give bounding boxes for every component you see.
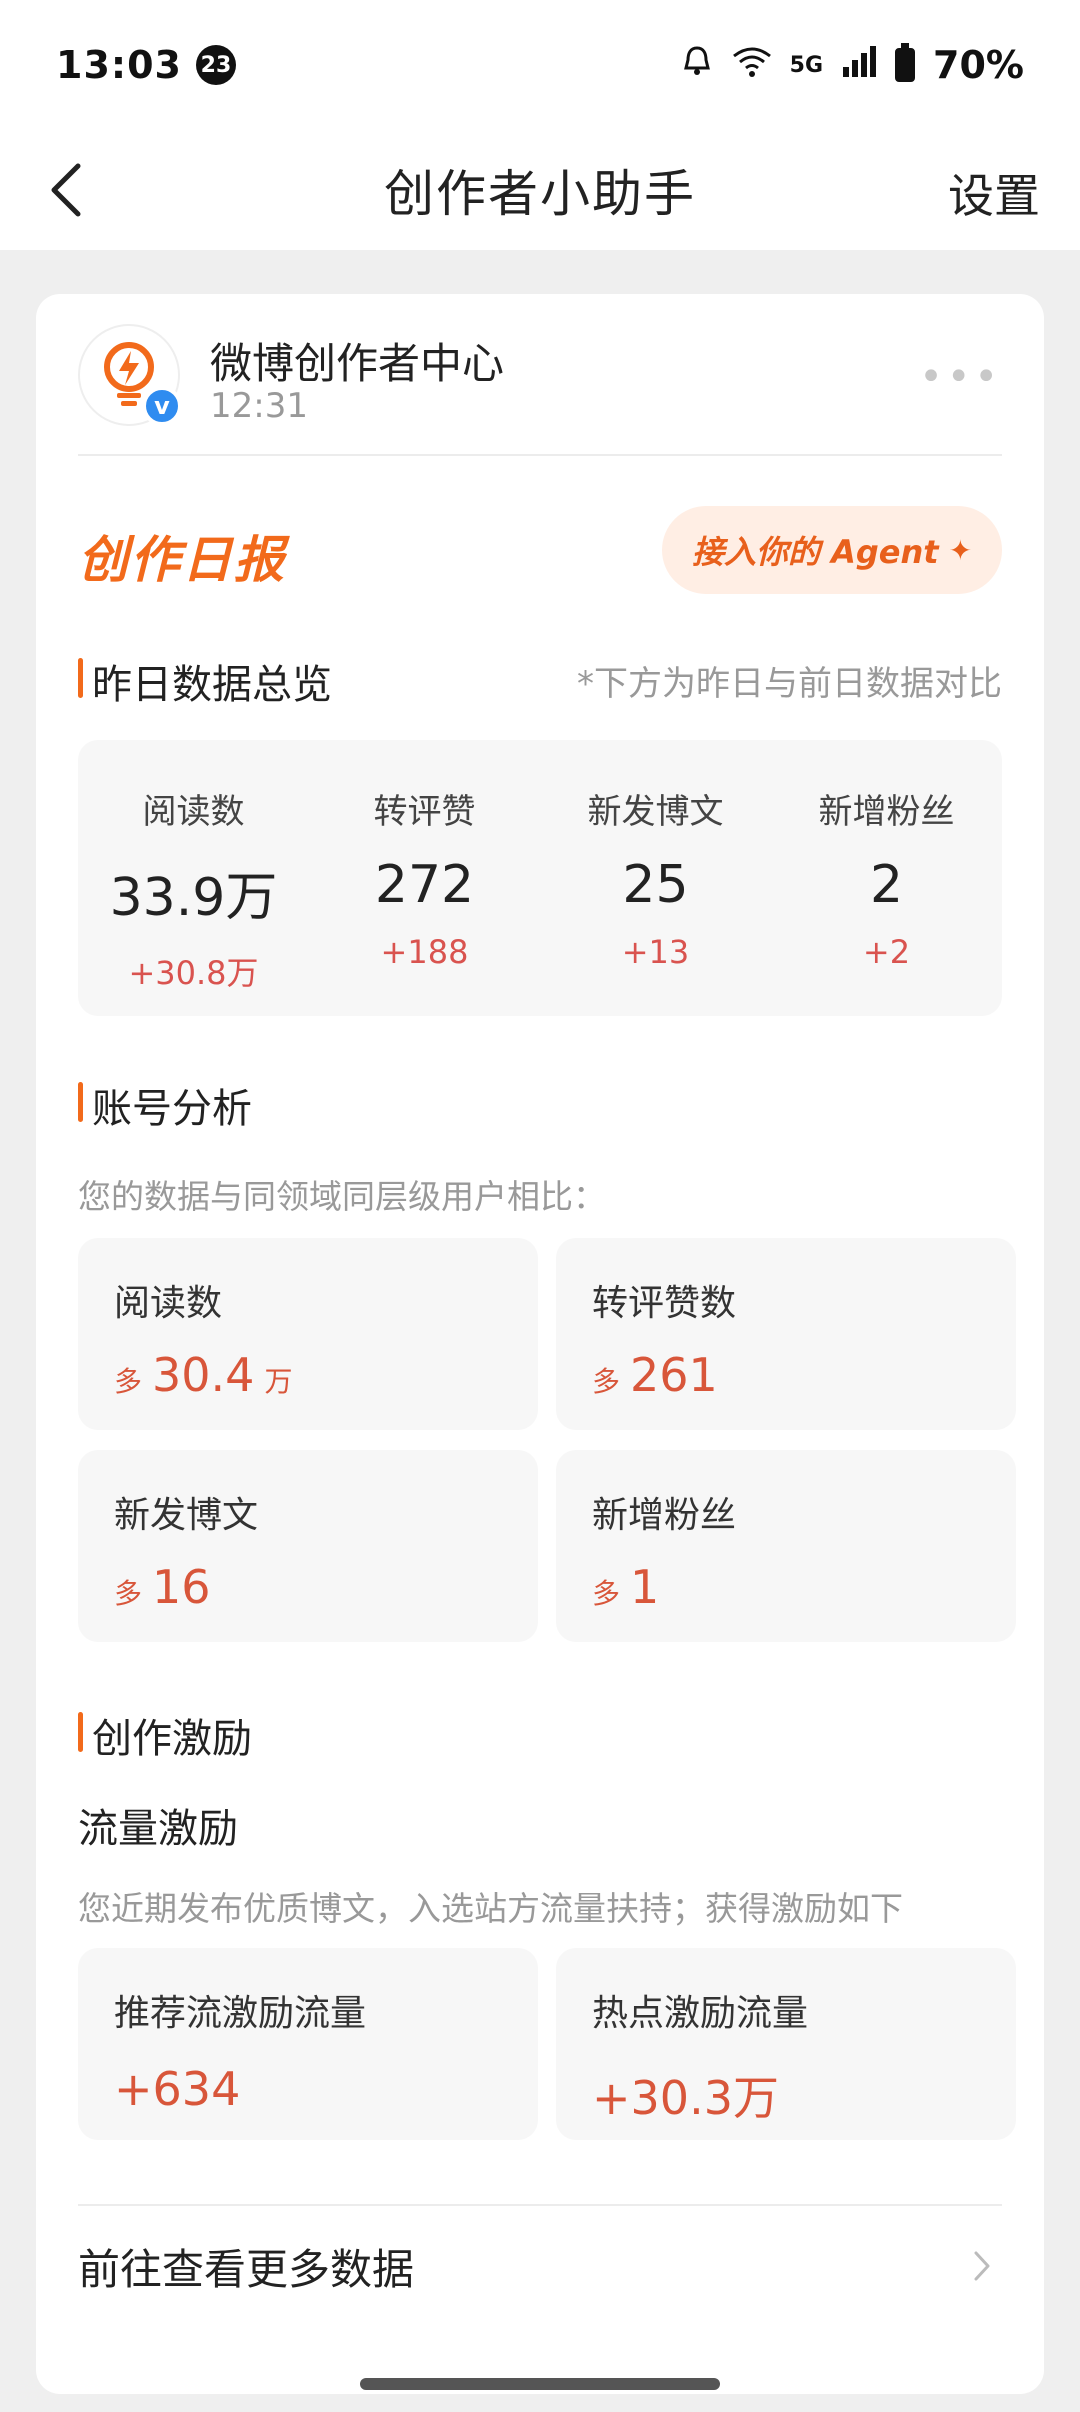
home-indicator[interactable] [360,2378,720,2390]
account-name[interactable]: 微博创作者中心 [210,330,504,391]
post-time: 12:31 [210,386,308,426]
message-header: v 微博创作者中心 12:31 ••• [78,324,1002,444]
status-time: 13:03 [56,43,182,87]
tile-label: 转评赞数 [592,1283,737,1324]
analysis-tile-new-followers: 新增粉丝 多 1 [556,1450,1016,1642]
page-title: 创作者小助手 [384,165,696,223]
incentive-title-text: 创作激励 [92,1716,252,1762]
incentive-tile-recommend: 推荐流激励流量 +634 [78,1948,538,2140]
incentive-section-title: 创作激励 [78,1706,252,1764]
tile-value-row: 多 261 [592,1348,1016,1402]
daily-report-card: v 微博创作者中心 12:31 ••• 创作日报 接入你的 Agent ✦ 昨日… [36,294,1044,2394]
tile-value-row: 多 30.4 万 [114,1348,538,1402]
tile-prefix: 多 [592,1365,621,1398]
tile-label: 热点激励流量 [592,1993,809,2034]
view-more-data-link[interactable]: 前往查看更多数据 [78,2206,1002,2326]
status-indicators: 5G 70% [680,43,1024,87]
stat-label: 阅读数 [142,792,245,832]
chevron-right-icon [974,2251,990,2281]
tile-value: 261 [630,1348,718,1402]
overview-title-text: 昨日数据总览 [92,662,332,708]
stat-value: 2 [869,855,904,915]
analysis-tile-engagement: 转评赞数 多 261 [556,1238,1016,1430]
notification-count-badge: 23 [195,45,236,85]
status-bar: 13:03 23 5G 70% [0,0,1080,130]
stat-value: 25 [622,855,689,915]
back-button[interactable] [36,160,96,220]
tile-label: 新增粉丝 [592,1495,737,1536]
stat-value: 272 [374,855,475,915]
more-icon[interactable]: ••• [919,354,1002,400]
stat-new-followers: 新增粉丝 2 +2 [771,740,1002,1016]
analysis-tile-reads: 阅读数 多 30.4 万 [78,1238,538,1430]
section-accent-bar [78,1082,83,1122]
sparkle-icon: ✦ [948,533,973,567]
view-more-label: 前往查看更多数据 [78,2244,415,2294]
agent-button-label: 接入你的 Agent [691,533,939,571]
stat-label: 新增粉丝 [818,792,955,832]
stat-delta: +2 [862,933,911,971]
battery-icon [895,43,916,82]
stat-delta: +30.8万 [128,954,259,992]
network-type-label: 5G [789,52,824,78]
tile-value: +30.3万 [592,2071,779,2125]
chevron-left-icon [51,163,81,217]
analysis-title-text: 账号分析 [92,1086,252,1132]
tile-unit: 万 [264,1365,293,1398]
tile-value: +634 [114,2062,241,2116]
incentive-tile-hotspot: 热点激励流量 +30.3万 [556,1948,1016,2140]
report-title: 创作日报 [78,531,286,589]
stat-reads: 阅读数 33.9万 +30.8万 [78,740,309,1016]
analysis-tile-new-posts: 新发博文 多 16 [78,1450,538,1642]
tile-value: 30.4 [152,1348,255,1402]
overview-section-title: 昨日数据总览 [78,652,332,710]
stat-label: 转评赞 [373,792,476,832]
stat-label: 新发博文 [587,792,724,832]
tile-value: 16 [152,1560,211,1614]
tile-value: 1 [630,1560,660,1614]
signal-icon [841,45,877,85]
compare-note: *下方为昨日与前日数据对比 [577,664,1002,704]
tile-label: 新发博文 [114,1495,259,1536]
connect-agent-button[interactable]: 接入你的 Agent ✦ [662,506,1002,594]
tile-label: 推荐流激励流量 [114,1993,367,2034]
stat-value: 33.9万 [109,868,278,928]
analysis-subtitle: 您的数据与同领域同层级用户相比： [78,1177,606,1216]
analysis-section-title: 账号分析 [78,1076,252,1134]
section-accent-bar [78,1712,83,1752]
nav-bar: 创作者小助手 设置 [0,130,1080,250]
overview-stats-panel: 阅读数 33.9万 +30.8万 转评赞 272 +188 新发博文 25 +1… [78,740,1002,1016]
tile-value-row: 多 1 [592,1560,1016,1614]
alarm-icon [680,44,714,86]
tile-prefix: 多 [114,1365,143,1398]
tile-prefix: 多 [114,1577,143,1610]
section-accent-bar [78,658,83,698]
stat-engagement: 转评赞 272 +188 [309,740,540,1016]
tile-prefix: 多 [592,1577,621,1610]
incentive-description: 您近期发布优质博文，入选站方流量扶持；获得激励如下 [78,1889,903,1928]
header-divider [78,454,1002,456]
tile-label: 阅读数 [114,1283,223,1324]
settings-button[interactable]: 设置 [948,160,1040,226]
stat-new-posts: 新发博文 25 +13 [540,740,771,1016]
verified-icon: v [142,386,182,426]
battery-level: 70% [933,43,1024,87]
tile-value-row: 多 16 [114,1560,538,1614]
incentive-subtitle: 流量激励 [78,1806,238,1852]
stat-delta: +13 [621,933,690,971]
wifi-icon [732,44,772,86]
stat-delta: +188 [380,933,469,971]
